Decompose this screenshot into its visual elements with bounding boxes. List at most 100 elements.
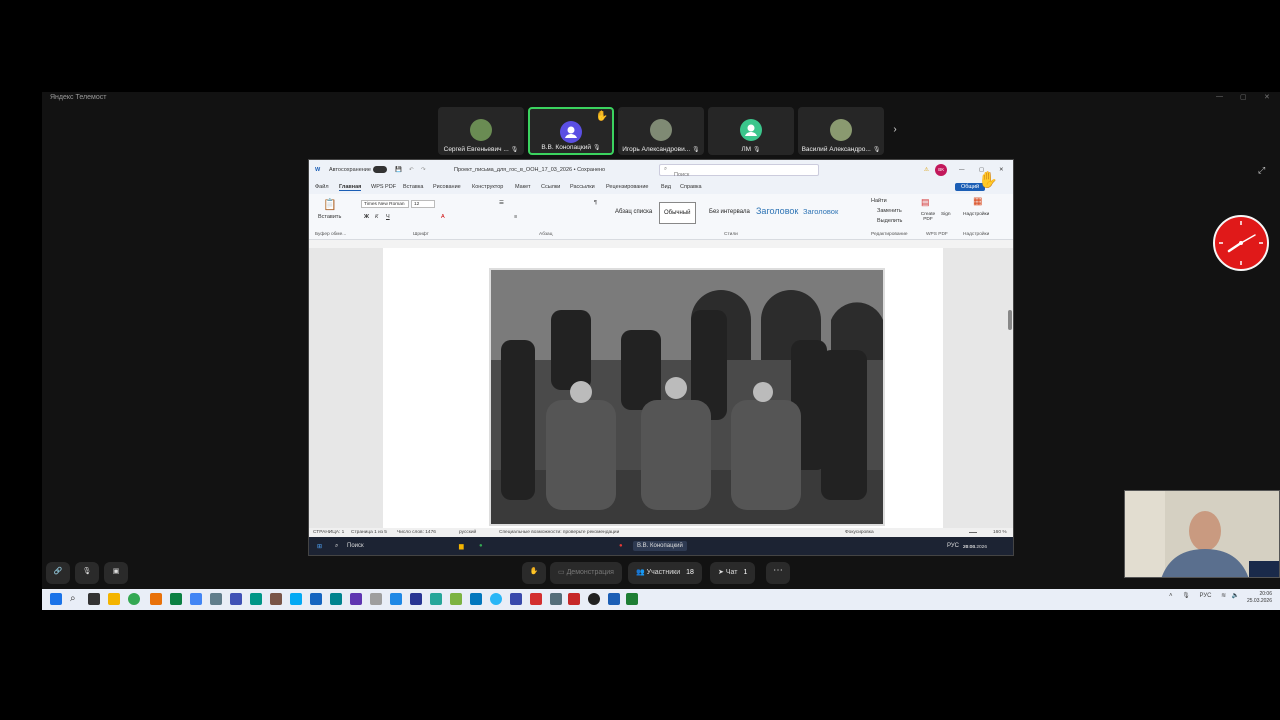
- more-icon[interactable]: ⋯: [766, 562, 790, 584]
- participant-tile[interactable]: Василий Александро... 🎙: [798, 107, 884, 155]
- tab-wps-pdf[interactable]: WPS PDF: [371, 184, 396, 190]
- bullets-icon[interactable]: ☰: [499, 200, 504, 206]
- style-list-paragraph[interactable]: Абзац списка: [611, 202, 656, 224]
- maximize-icon[interactable]: ▢: [1240, 93, 1247, 101]
- tray-lang[interactable]: РУС: [1199, 593, 1211, 599]
- presenter-window[interactable]: В.В. Конопацкий: [633, 541, 687, 551]
- excel-icon[interactable]: [626, 593, 638, 605]
- tab-references[interactable]: Ссылки: [541, 184, 560, 190]
- app-icon[interactable]: [150, 593, 162, 605]
- taskbar-clock[interactable]: 20:06 25.03.2026: [1247, 591, 1272, 605]
- close-icon[interactable]: ✕: [1264, 93, 1270, 101]
- taskbar-lang[interactable]: РУС: [947, 543, 959, 549]
- app-icon[interactable]: [310, 593, 322, 605]
- participant-tile[interactable]: ЛМ 🎙: [708, 107, 794, 155]
- word-search[interactable]: ⌕ Поиск: [659, 164, 819, 178]
- sign-button[interactable]: Sign: [941, 212, 951, 217]
- style-heading-2[interactable]: Заголовок: [799, 202, 842, 224]
- tab-insert[interactable]: Вставка: [403, 184, 423, 190]
- demonstration-button[interactable]: ▭ Демонстрация: [550, 562, 622, 584]
- replace-button[interactable]: Заменить: [877, 208, 902, 214]
- participant-tile-active[interactable]: ✋ В.В. Конопацкий 🎙: [528, 107, 614, 155]
- chrome-icon[interactable]: ●: [479, 543, 483, 549]
- app-icon[interactable]: [290, 593, 302, 605]
- font-size-select[interactable]: 12: [411, 200, 435, 208]
- telegram-icon[interactable]: [490, 593, 502, 605]
- create-pdf-button[interactable]: Create PDF: [917, 212, 939, 222]
- app-icon[interactable]: [350, 593, 362, 605]
- fullscreen-icon[interactable]: ⤢: [1258, 165, 1265, 176]
- app-icon[interactable]: [270, 593, 282, 605]
- app-icon[interactable]: [530, 593, 542, 605]
- link-icon[interactable]: 🔗: [46, 562, 70, 584]
- volume-icon[interactable]: 🔈: [1232, 593, 1239, 599]
- wifi-icon[interactable]: ≋: [1221, 593, 1226, 599]
- warning-icon[interactable]: ⚠: [924, 167, 929, 173]
- task-view-icon[interactable]: [88, 593, 100, 605]
- tab-help[interactable]: Справка: [680, 184, 702, 190]
- minimize-icon[interactable]: —: [1216, 93, 1223, 100]
- windows-icon[interactable]: [50, 593, 62, 605]
- status-accessibility[interactable]: Специальные возможности: проверьте реком…: [499, 530, 619, 535]
- app-icon[interactable]: [250, 593, 262, 605]
- participants-button[interactable]: 👥 Участники 18: [628, 562, 702, 584]
- user-avatar[interactable]: ВК: [935, 164, 947, 176]
- paste-button[interactable]: Вставить: [318, 214, 341, 220]
- save-icon[interactable]: 💾: [395, 167, 402, 173]
- chevron-up-icon[interactable]: ˄: [1169, 593, 1173, 599]
- pilcrow-icon[interactable]: ¶: [594, 200, 597, 206]
- windows-icon[interactable]: ⊞: [317, 543, 322, 550]
- record-icon[interactable]: ●: [619, 543, 623, 549]
- style-heading-1[interactable]: Заголовок: [752, 202, 802, 224]
- app-icon[interactable]: [330, 593, 342, 605]
- tab-mailings[interactable]: Рассылки: [570, 184, 595, 190]
- app-icon[interactable]: [588, 593, 600, 605]
- chrome-icon[interactable]: [128, 593, 140, 605]
- underline-icon[interactable]: Ч: [386, 214, 390, 220]
- tab-view[interactable]: Вид: [661, 184, 671, 190]
- style-normal[interactable]: Обычный: [659, 202, 696, 224]
- tab-file[interactable]: Файл: [315, 184, 329, 190]
- find-button[interactable]: Найти: [871, 198, 887, 204]
- camera-icon[interactable]: [550, 593, 562, 605]
- taskbar-search[interactable]: Поиск: [347, 543, 364, 549]
- app-icon[interactable]: [390, 593, 402, 605]
- document-title[interactable]: Проект_письма_для_гос_в_ООН_17_03_2026 •…: [454, 167, 605, 173]
- scrollbar-thumb[interactable]: [1008, 310, 1012, 330]
- mic-off-icon[interactable]: 🎙: [75, 562, 99, 584]
- folder-icon[interactable]: [108, 593, 120, 605]
- align-left-icon[interactable]: ≡: [514, 214, 517, 220]
- italic-icon[interactable]: К: [375, 214, 378, 220]
- font-color-icon[interactable]: A: [441, 214, 445, 220]
- app-icon[interactable]: [170, 593, 182, 605]
- redo-icon[interactable]: ↷: [421, 167, 426, 173]
- app-icon[interactable]: [210, 593, 222, 605]
- app-icon[interactable]: [510, 593, 522, 605]
- mic-icon[interactable]: 🎙: [1182, 593, 1190, 599]
- tab-draw[interactable]: Рисование: [433, 184, 461, 190]
- tab-review[interactable]: Рецензирование: [606, 184, 648, 190]
- tab-design[interactable]: Конструктор: [472, 184, 503, 190]
- tab-layout[interactable]: Макет: [515, 184, 531, 190]
- app-icon[interactable]: [430, 593, 442, 605]
- raise-hand-button[interactable]: ✋: [522, 562, 546, 584]
- clipboard-icon[interactable]: 📋: [323, 198, 337, 211]
- status-zoom[interactable]: 160 %: [993, 530, 1007, 535]
- status-focus[interactable]: Фокусировка: [845, 530, 874, 535]
- app-icon[interactable]: [190, 593, 202, 605]
- camera-off-icon[interactable]: ▣: [104, 562, 128, 584]
- style-no-spacing[interactable]: Без интервала: [705, 202, 754, 224]
- app-icon[interactable]: [470, 593, 482, 605]
- zoom-slider[interactable]: [969, 532, 977, 533]
- word-icon[interactable]: [608, 593, 620, 605]
- app-icon[interactable]: [370, 593, 382, 605]
- app-icon[interactable]: [230, 593, 242, 605]
- status-words[interactable]: Число слов: 1476: [397, 530, 436, 535]
- participant-tile[interactable]: Сергей Евгеньевич ... 🎙: [438, 107, 524, 155]
- minimize-icon[interactable]: —: [959, 167, 965, 173]
- app-icon[interactable]: [450, 593, 462, 605]
- participant-tile[interactable]: Игорь Александрови... 🎙: [618, 107, 704, 155]
- bold-icon[interactable]: Ж: [364, 214, 369, 220]
- tab-home[interactable]: Главная: [339, 184, 362, 191]
- status-pages[interactable]: Страница 1 из 5: [351, 530, 387, 535]
